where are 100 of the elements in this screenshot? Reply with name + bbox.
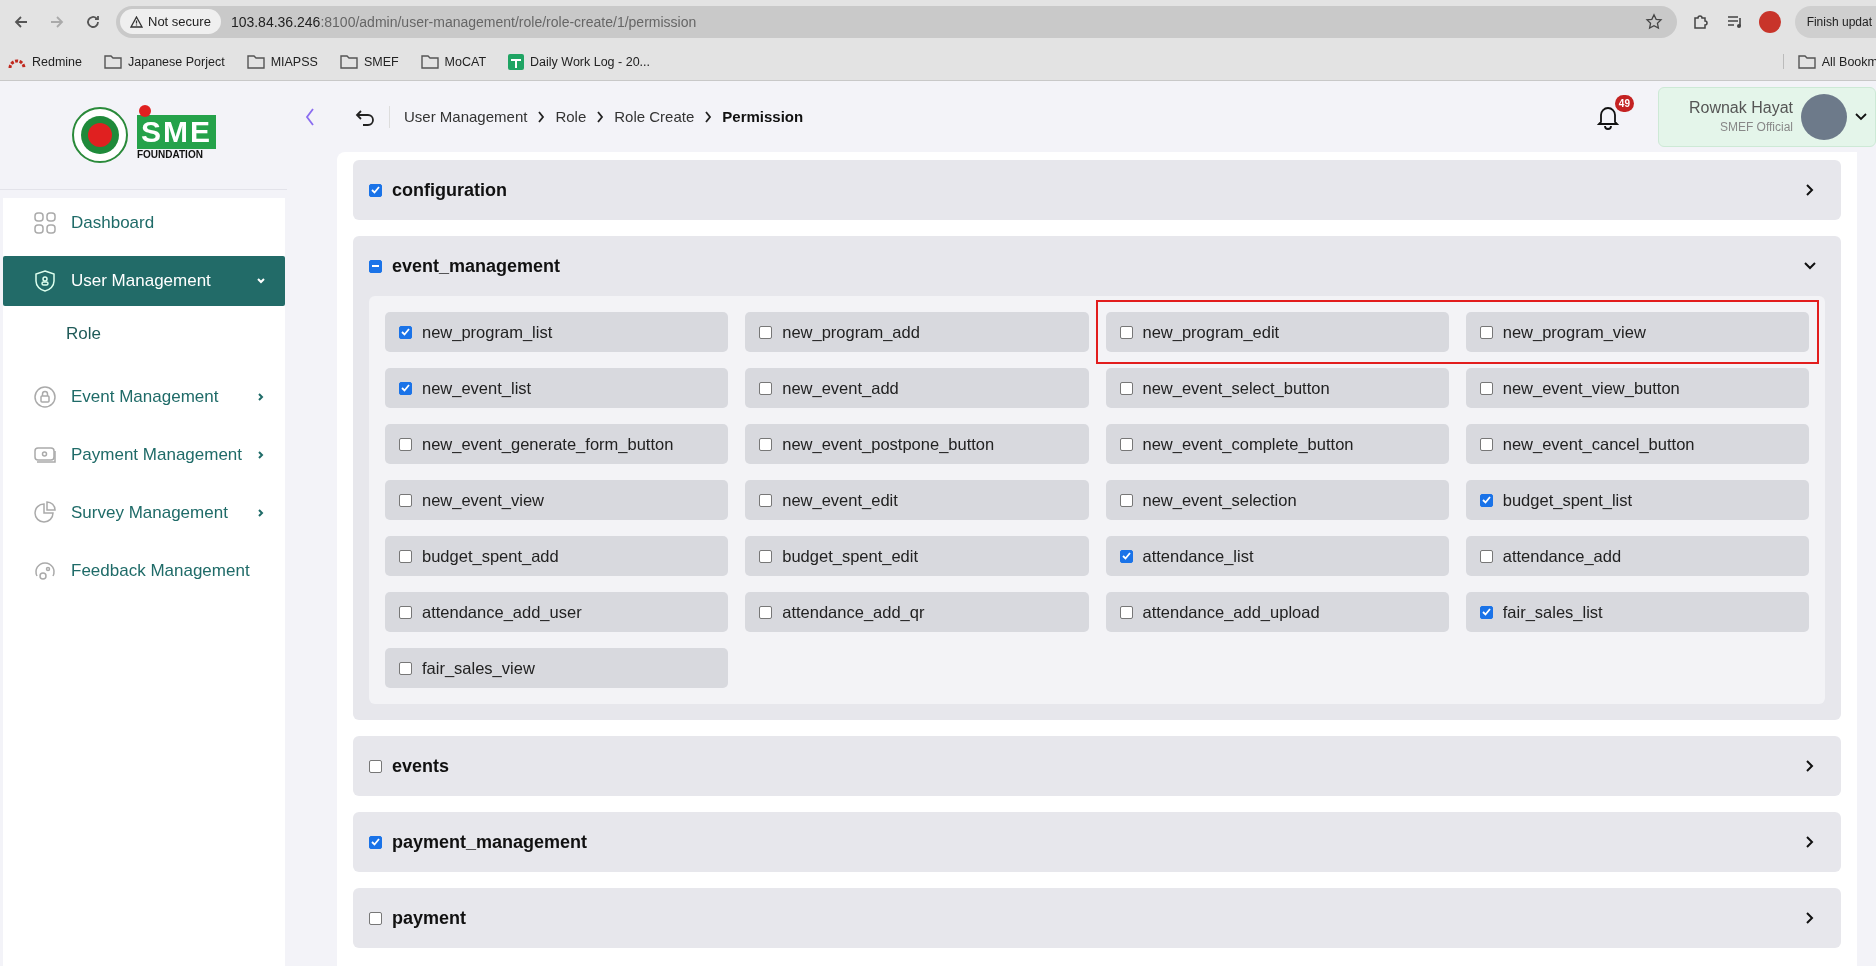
submenu-item[interactable]: Role: [3, 314, 285, 354]
permission-option[interactable]: new_event_list: [385, 368, 729, 408]
sidebar-item[interactable]: Survey Management: [3, 488, 285, 538]
folder-icon: [339, 54, 358, 69]
permission-option[interactable]: budget_spent_list: [1465, 480, 1809, 520]
checkbox[interactable]: [369, 259, 382, 273]
bookmark-item[interactable]: Japanese Porject: [104, 54, 225, 69]
permission-option[interactable]: attendance_add_qr: [745, 592, 1089, 632]
permission-option[interactable]: budget_spent_add: [385, 536, 729, 576]
checkbox[interactable]: [759, 325, 773, 339]
chevron-icon: [704, 110, 713, 123]
star-icon[interactable]: [1644, 12, 1663, 31]
security-chip[interactable]: Not secure: [120, 9, 221, 34]
permission-option[interactable]: new_program_view: [1465, 312, 1809, 352]
section-header[interactable]: payment: [353, 888, 1841, 948]
update-button[interactable]: Finish updat: [1794, 5, 1876, 38]
chevron-icon: [257, 277, 265, 285]
checkbox[interactable]: [369, 759, 382, 773]
permission-option[interactable]: new_program_edit: [1105, 312, 1449, 352]
permission-option[interactable]: attendance_add_user: [385, 592, 729, 632]
bookmark-item[interactable]: Daily Work Log - 20...: [508, 53, 650, 70]
section-header[interactable]: event_management: [353, 236, 1841, 296]
chevron-icon: [537, 110, 546, 123]
chevron-icon: [596, 110, 605, 123]
address-bar[interactable]: Not secure 103.84.36.246:8100/admin/user-management/role/role-create/1/permission: [116, 5, 1677, 38]
checkbox[interactable]: [399, 381, 412, 395]
permission-option[interactable]: new_event_complete_button: [1105, 424, 1449, 464]
checkbox[interactable]: [1119, 381, 1133, 395]
checkbox[interactable]: [759, 381, 773, 395]
checkbox[interactable]: [1479, 325, 1493, 339]
permission-option[interactable]: new_event_postpone_button: [745, 424, 1089, 464]
checkbox[interactable]: [1479, 381, 1493, 395]
bookmark-item[interactable]: SMEF: [339, 54, 399, 69]
permission-option[interactable]: new_event_edit: [745, 480, 1089, 520]
check-icon: [401, 384, 410, 392]
permission-option[interactable]: new_event_cancel_button: [1465, 424, 1809, 464]
breadcrumb-item[interactable]: Role Create: [614, 108, 695, 125]
user-role: SMEF Official: [1719, 120, 1793, 134]
url-text: 103.84.36.246:8100/admin/user-management/role/role-create/1/permission: [230, 13, 697, 30]
sidebar-item[interactable]: Payment Management: [3, 430, 285, 480]
bookmark-item[interactable]: Redmine: [8, 54, 83, 69]
checkbox[interactable]: [369, 183, 382, 197]
sidebar-item[interactable]: Event Management: [3, 372, 285, 422]
sheet-icon: [508, 53, 525, 70]
permission-option[interactable]: attendance_add_upload: [1105, 592, 1449, 632]
permission-option[interactable]: new_event_view_button: [1465, 368, 1809, 408]
permission-option[interactable]: new_program_list: [385, 312, 729, 352]
pie-chart-icon: [33, 501, 57, 525]
permission-option[interactable]: new_event_select_button: [1105, 368, 1449, 408]
permission-option[interactable]: new_event_add: [745, 368, 1089, 408]
permission-option[interactable]: new_event_selection: [1105, 480, 1449, 520]
checkbox[interactable]: [399, 493, 412, 507]
permission-option[interactable]: new_program_add: [745, 312, 1089, 352]
checkbox[interactable]: [369, 835, 382, 849]
checkbox[interactable]: [759, 549, 773, 563]
profile-avatar[interactable]: [1758, 10, 1781, 33]
section-header[interactable]: payment_management: [353, 812, 1841, 872]
checkbox[interactable]: [369, 911, 382, 925]
checkbox[interactable]: [399, 549, 412, 563]
permission-option[interactable]: fair_sales_view: [385, 648, 729, 688]
chevron-icon: [257, 451, 265, 459]
checkbox[interactable]: [759, 437, 773, 451]
checkbox[interactable]: [1119, 549, 1133, 563]
permission-option[interactable]: fair_sales_list: [1465, 592, 1809, 632]
checkbox[interactable]: [1119, 437, 1133, 451]
notification-badge: 49: [1614, 94, 1634, 112]
folder-icon: [1797, 54, 1816, 69]
bookmark-item[interactable]: MoCAT: [420, 54, 487, 69]
checkbox[interactable]: [1119, 325, 1133, 339]
section-header[interactable]: configuration: [353, 160, 1841, 220]
undo-icon[interactable]: [355, 107, 375, 126]
bookmark-item[interactable]: MIAPSS: [246, 54, 318, 69]
checkbox[interactable]: [399, 661, 412, 675]
checkbox[interactable]: [1119, 493, 1133, 507]
checkbox[interactable]: [399, 437, 412, 451]
permission-option[interactable]: attendance_list: [1105, 536, 1449, 576]
folder-icon: [104, 54, 123, 69]
checkbox[interactable]: [759, 493, 773, 507]
sidebar-item[interactable]: User Management: [3, 256, 285, 306]
checkbox[interactable]: [1479, 437, 1493, 451]
permission-option[interactable]: new_event_generate_form_button: [385, 424, 729, 464]
permission-option[interactable]: attendance_add: [1465, 536, 1809, 576]
user-menu[interactable]: Rownak Hayat SMEF Official: [1657, 86, 1876, 147]
sidebar-item[interactable]: Feedback Management: [3, 546, 285, 596]
folder-icon: [246, 54, 265, 69]
permission-option[interactable]: new_event_view: [385, 480, 729, 520]
breadcrumb-item[interactable]: User Management: [404, 108, 528, 125]
sidebar-item[interactable]: Dashboard: [3, 198, 285, 248]
checkbox[interactable]: [1479, 493, 1493, 507]
permission-option[interactable]: budget_spent_edit: [745, 536, 1089, 576]
checkbox[interactable]: [1479, 605, 1493, 619]
checkbox[interactable]: [1479, 549, 1493, 563]
checkbox[interactable]: [759, 605, 773, 619]
section-header[interactable]: events: [353, 736, 1841, 796]
checkbox[interactable]: [399, 325, 412, 339]
checkbox[interactable]: [399, 605, 412, 619]
check-icon: [1481, 608, 1491, 616]
breadcrumb-item[interactable]: Role: [555, 108, 587, 125]
checkbox[interactable]: [1119, 605, 1133, 619]
collapse-icon[interactable]: [305, 106, 315, 127]
